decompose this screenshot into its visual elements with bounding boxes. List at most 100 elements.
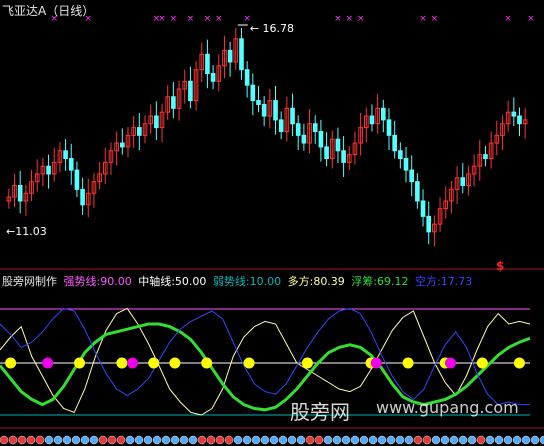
candle-body	[415, 181, 420, 202]
strip-bead	[386, 435, 396, 445]
candle-body	[239, 38, 244, 71]
legend-long: 多方:80.39	[287, 275, 345, 288]
strip-bead	[440, 435, 450, 445]
candle	[97, 162, 102, 190]
candle	[494, 120, 500, 156]
candle-body	[517, 115, 522, 125]
strip-bead	[53, 435, 63, 445]
signal-marker: ×	[419, 14, 427, 24]
strip-bead	[98, 435, 108, 445]
candle-body	[227, 49, 233, 63]
candle-body	[261, 103, 267, 117]
signal-mark: $	[496, 259, 504, 273]
candle	[449, 180, 454, 214]
candle	[182, 69, 188, 104]
strip-bead	[152, 435, 162, 445]
candle-body	[171, 96, 176, 109]
candle	[250, 73, 256, 116]
legend-weak: 弱势线:10.00	[212, 275, 282, 288]
candle	[142, 115, 148, 144]
candle	[239, 28, 244, 80]
strip-bead	[188, 435, 198, 445]
strip-bead	[251, 435, 261, 445]
candle-body	[154, 115, 159, 129]
strip-bead	[413, 435, 423, 445]
signal-marker: ×	[357, 14, 365, 24]
candle	[131, 116, 136, 148]
candle	[488, 131, 494, 169]
dot-yellow	[476, 357, 488, 369]
candle	[460, 163, 466, 194]
candle-body	[409, 169, 415, 183]
candle	[23, 184, 29, 216]
dot-yellow	[116, 357, 128, 369]
strip-bead	[80, 435, 90, 445]
candle	[312, 115, 318, 144]
candle-body	[250, 84, 256, 102]
candle	[46, 154, 51, 189]
dot-yellow	[148, 357, 160, 369]
candle	[324, 132, 329, 167]
candle	[85, 178, 91, 218]
candle	[477, 139, 483, 181]
candle-body	[278, 119, 284, 132]
candle	[511, 97, 517, 127]
signal-marker: ×	[215, 14, 223, 24]
dot-magenta	[445, 357, 456, 369]
candle-body	[74, 169, 80, 190]
strip-bead	[377, 435, 387, 445]
candle	[420, 189, 426, 227]
candle	[454, 166, 460, 205]
candle	[205, 39, 210, 89]
dot-yellow	[301, 357, 313, 369]
candle	[278, 111, 284, 140]
strip-bead	[539, 435, 544, 445]
strip-bead	[359, 435, 369, 445]
strip-bead	[161, 435, 171, 445]
strip-bead	[458, 435, 468, 445]
candle	[375, 93, 380, 134]
strip-bead	[143, 435, 153, 445]
candle-body	[318, 130, 324, 148]
candle	[159, 103, 165, 143]
dot-yellow	[513, 357, 525, 369]
dot-yellow	[201, 357, 213, 369]
candle	[346, 146, 352, 171]
candle	[256, 85, 261, 113]
candle	[12, 173, 17, 208]
candle	[398, 142, 403, 169]
strip-bead	[314, 435, 324, 445]
candle-body	[483, 154, 488, 159]
candle	[290, 93, 295, 137]
strip-bead	[278, 435, 288, 445]
candle-body	[188, 80, 193, 102]
candle-body	[460, 177, 466, 187]
candle	[318, 119, 324, 162]
candle	[522, 108, 528, 139]
candle-body	[273, 100, 278, 121]
candle	[335, 127, 341, 164]
chart-title: 飞亚达A（日线）	[2, 4, 95, 18]
strip-bead	[71, 435, 81, 445]
strip-bead	[8, 435, 18, 445]
candle-body	[369, 115, 375, 125]
candle	[426, 201, 432, 245]
candle	[125, 126, 131, 157]
candle-body	[256, 100, 261, 105]
strip-bead	[395, 435, 405, 445]
high-label: ← 16.78	[250, 22, 294, 35]
strip-bead	[530, 435, 540, 445]
candle	[369, 104, 375, 132]
candle-body	[301, 134, 307, 144]
candle	[363, 107, 369, 143]
dot-magenta	[370, 357, 382, 369]
candle	[471, 154, 477, 187]
chart-canvas: × × ×× × × × × × × × × × × × × ← 16.78←11.03$	[0, 14, 544, 445]
candle-body	[392, 134, 397, 152]
strip-bead	[467, 435, 477, 445]
strip-bead	[503, 435, 513, 445]
strip-bead	[260, 435, 270, 445]
strip-bead	[404, 435, 414, 445]
candle	[392, 120, 397, 159]
strip-bead	[197, 435, 207, 445]
